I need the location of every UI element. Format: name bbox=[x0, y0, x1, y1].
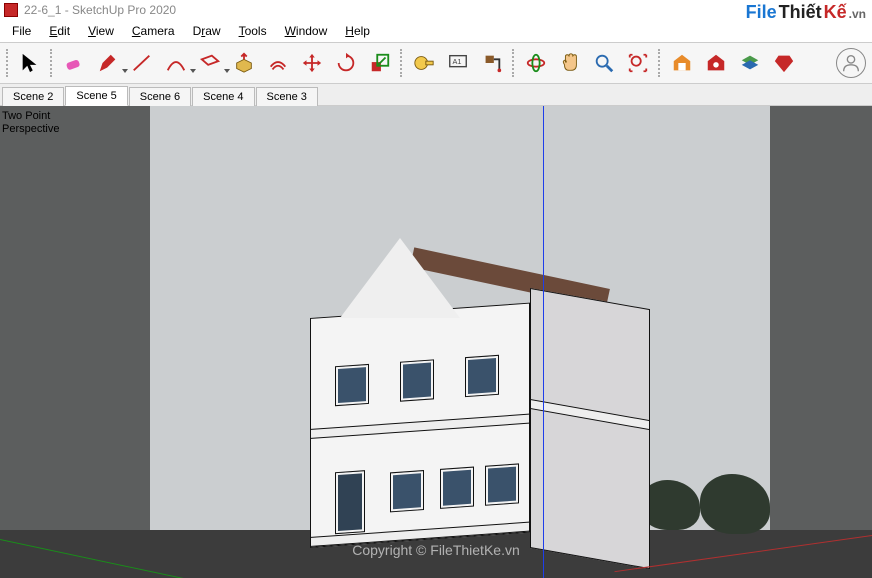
scene-tab[interactable]: Scene 5 bbox=[65, 86, 127, 106]
tape-tool[interactable] bbox=[410, 49, 438, 77]
menu-help[interactable]: Help bbox=[337, 22, 378, 40]
menu-view[interactable]: View bbox=[80, 22, 122, 40]
zoom-extents-tool[interactable] bbox=[624, 49, 652, 77]
warehouse-tool[interactable] bbox=[668, 49, 696, 77]
cornice bbox=[531, 399, 649, 430]
window bbox=[336, 365, 368, 405]
toolbar-grip[interactable] bbox=[512, 49, 516, 77]
projection-label: Two Point Perspective bbox=[2, 110, 59, 136]
arc-icon bbox=[165, 52, 187, 74]
scene-tab[interactable]: Scene 3 bbox=[256, 87, 318, 106]
extension-icon bbox=[705, 52, 727, 74]
wall-front bbox=[310, 303, 530, 548]
brand-watermark: File Thiết Kế .vn bbox=[746, 2, 866, 23]
pencil-tool[interactable] bbox=[94, 49, 122, 77]
pushpull-icon bbox=[233, 52, 255, 74]
menu-bar: FFileile Edit View Camera Draw Tools Win… bbox=[0, 20, 872, 42]
select-tool[interactable] bbox=[16, 49, 44, 77]
scene-tab[interactable]: Scene 2 bbox=[2, 87, 64, 106]
window bbox=[486, 464, 518, 504]
title-bar: 22-6_1 - SketchUp Pro 2020 bbox=[0, 0, 872, 20]
toolbar-grip[interactable] bbox=[50, 49, 54, 77]
move-tool[interactable] bbox=[298, 49, 326, 77]
offset-tool[interactable] bbox=[264, 49, 292, 77]
user-avatar[interactable] bbox=[836, 48, 866, 78]
window bbox=[441, 468, 473, 508]
axis-z bbox=[543, 106, 544, 578]
window bbox=[391, 471, 423, 511]
zoom-tool[interactable] bbox=[590, 49, 618, 77]
ruby-icon bbox=[773, 52, 795, 74]
scale-icon bbox=[369, 52, 391, 74]
menu-edit[interactable]: Edit bbox=[41, 22, 78, 40]
toolbar-grip[interactable] bbox=[400, 49, 404, 77]
toolbar: A1 bbox=[0, 42, 872, 84]
layers-tool[interactable] bbox=[736, 49, 764, 77]
cursor-icon bbox=[19, 52, 41, 74]
zoom-icon bbox=[593, 52, 615, 74]
svg-text:A1: A1 bbox=[453, 57, 462, 66]
arc-tool[interactable] bbox=[162, 49, 190, 77]
paint-icon bbox=[481, 52, 503, 74]
toolbar-grip[interactable] bbox=[6, 49, 10, 77]
toolbar-grip[interactable] bbox=[658, 49, 662, 77]
eraser-icon bbox=[63, 52, 85, 74]
pan-icon bbox=[559, 52, 581, 74]
layers-icon bbox=[739, 52, 761, 74]
rotate-icon bbox=[335, 52, 357, 74]
paint-tool[interactable] bbox=[478, 49, 506, 77]
window bbox=[466, 356, 498, 396]
move-icon bbox=[301, 52, 323, 74]
orbit-tool[interactable] bbox=[522, 49, 550, 77]
pushpull-tool[interactable] bbox=[230, 49, 258, 77]
extension-warehouse-tool[interactable] bbox=[702, 49, 730, 77]
line-tool[interactable] bbox=[128, 49, 156, 77]
pencil-icon bbox=[97, 52, 119, 74]
scale-tool[interactable] bbox=[366, 49, 394, 77]
zoom-extents-icon bbox=[627, 52, 649, 74]
tape-icon bbox=[413, 52, 435, 74]
scene-tabs: Scene 2 Scene 5 Scene 6 Scene 4 Scene 3 bbox=[0, 84, 872, 106]
ruby-tool[interactable] bbox=[770, 49, 798, 77]
line-icon bbox=[131, 52, 153, 74]
menu-draw[interactable]: Draw bbox=[185, 22, 229, 40]
eraser-tool[interactable] bbox=[60, 49, 88, 77]
pan-tool[interactable] bbox=[556, 49, 584, 77]
menu-tools[interactable]: Tools bbox=[231, 22, 275, 40]
rotate-tool[interactable] bbox=[332, 49, 360, 77]
orbit-icon bbox=[525, 52, 547, 74]
person-icon bbox=[840, 52, 862, 74]
menu-file[interactable]: FFileile bbox=[4, 22, 39, 40]
gable bbox=[340, 238, 460, 318]
text-icon: A1 bbox=[447, 52, 469, 74]
app-icon bbox=[4, 3, 18, 17]
cornice bbox=[311, 414, 529, 439]
warehouse-icon bbox=[671, 52, 693, 74]
scene-tab[interactable]: Scene 4 bbox=[192, 87, 254, 106]
door bbox=[336, 471, 364, 533]
window bbox=[401, 360, 433, 400]
scene-tab[interactable]: Scene 6 bbox=[129, 87, 191, 106]
shape-tool[interactable] bbox=[196, 49, 224, 77]
offset-icon bbox=[267, 52, 289, 74]
menu-camera[interactable]: Camera bbox=[124, 22, 183, 40]
model-house bbox=[310, 248, 660, 548]
rectangle-icon bbox=[199, 52, 221, 74]
viewport[interactable]: Two Point Perspective Copyright © FileTh… bbox=[0, 106, 872, 578]
wall-side bbox=[530, 288, 650, 569]
text-tool[interactable]: A1 bbox=[444, 49, 472, 77]
window-title: 22-6_1 - SketchUp Pro 2020 bbox=[24, 3, 176, 17]
menu-window[interactable]: Window bbox=[277, 22, 336, 40]
